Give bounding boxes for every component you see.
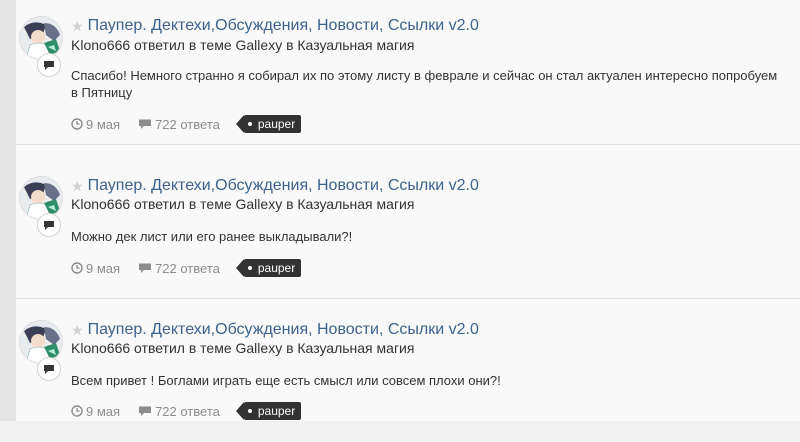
avatar[interactable] bbox=[19, 320, 65, 381]
activity-item: ★ Паупер. Дектехи,Обсуждения, Новости, С… bbox=[16, 0, 800, 145]
reply-count: 722 ответа bbox=[138, 261, 220, 276]
avatar-image bbox=[19, 16, 63, 60]
thread-title-link[interactable]: Паупер. Дектехи,Обсуждения, Новости, Ссы… bbox=[88, 16, 479, 36]
clock-icon bbox=[71, 262, 83, 274]
tag-wrapper: pauper bbox=[235, 259, 302, 277]
thread-title-link[interactable]: Паупер. Дектехи,Обсуждения, Новости, Ссы… bbox=[88, 320, 479, 340]
activity-item: ★ Паупер. Дектехи,Обсуждения, Новости, С… bbox=[16, 298, 800, 442]
star-icon[interactable]: ★ bbox=[71, 323, 84, 337]
reply-count: 722 ответа bbox=[138, 117, 220, 132]
tag-pauper[interactable]: pauper bbox=[235, 115, 302, 133]
post-snippet: Всем привет ! Боглами играть еще есть см… bbox=[71, 373, 501, 388]
star-icon[interactable]: ★ bbox=[71, 179, 84, 193]
tag-pauper[interactable]: pauper bbox=[235, 259, 302, 277]
activity-item: ★ Паупер. Дектехи,Обсуждения, Новости, С… bbox=[16, 154, 800, 299]
left-strip bbox=[0, 0, 16, 421]
post-snippet: Спасибо! Немного странно я собирал их по… bbox=[71, 68, 778, 100]
thread-title-link[interactable]: Паупер. Дектехи,Обсуждения, Новости, Ссы… bbox=[88, 176, 479, 196]
post-date: 9 мая bbox=[71, 261, 120, 276]
tag-wrapper: pauper bbox=[235, 402, 302, 420]
title-row: ★ Паупер. Дектехи,Обсуждения, Новости, С… bbox=[71, 175, 479, 197]
tag-hole bbox=[247, 409, 252, 413]
avatar[interactable] bbox=[19, 176, 65, 237]
speech-bubble-icon bbox=[37, 53, 61, 77]
star-icon[interactable]: ★ bbox=[71, 19, 84, 33]
activity-stats: 9 мая 722 ответа pauper bbox=[71, 258, 302, 278]
reply-count: 722 ответа bbox=[138, 404, 220, 419]
comment-icon bbox=[139, 263, 152, 273]
post-snippet: Можно дек лист или его ранее выкладывали… bbox=[71, 229, 353, 244]
post-date: 9 мая bbox=[71, 117, 120, 132]
activity-stats: 9 мая 722 ответа pauper bbox=[71, 401, 302, 421]
tag-pauper[interactable]: pauper bbox=[235, 402, 302, 420]
activity-feed: ★ Паупер. Дектехи,Обсуждения, Новости, С… bbox=[16, 0, 800, 421]
speech-bubble-icon bbox=[37, 357, 61, 381]
clock-icon bbox=[71, 118, 83, 130]
comment-icon bbox=[139, 119, 152, 129]
avatar[interactable] bbox=[19, 16, 65, 77]
title-row: ★ Паупер. Дектехи,Обсуждения, Новости, С… bbox=[71, 319, 479, 341]
clock-icon bbox=[71, 405, 83, 417]
activity-meta: Klono666 ответил в теме Gallexy в Казуал… bbox=[71, 340, 415, 356]
activity-meta: Klono666 ответил в теме Gallexy в Казуал… bbox=[71, 37, 415, 53]
post-date: 9 мая bbox=[71, 404, 120, 419]
speech-bubble-icon bbox=[37, 213, 61, 237]
tag-wrapper: pauper bbox=[235, 115, 302, 133]
avatar-image bbox=[19, 176, 63, 220]
title-row: ★ Паупер. Дектехи,Обсуждения, Новости, С… bbox=[71, 15, 479, 37]
avatar-image bbox=[19, 320, 63, 364]
activity-meta: Klono666 ответил в теме Gallexy в Казуал… bbox=[71, 196, 415, 212]
tag-hole bbox=[247, 122, 252, 126]
comment-icon bbox=[139, 406, 152, 416]
tag-hole bbox=[247, 266, 252, 270]
activity-stats: 9 мая 722 ответа pauper bbox=[71, 114, 302, 134]
